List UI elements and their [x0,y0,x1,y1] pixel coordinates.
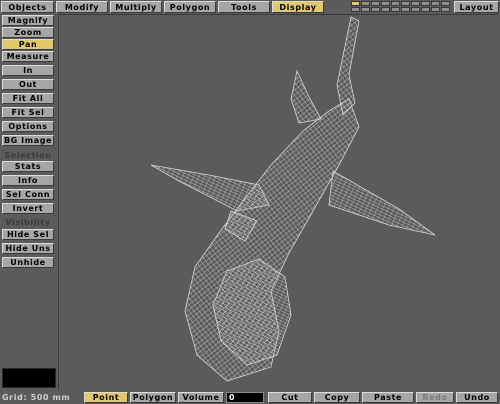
tab-modify[interactable]: Modify [56,1,108,13]
tab-multiply[interactable]: Multiply [110,1,162,13]
layer-button[interactable] [351,1,360,6]
pan-button[interactable]: Pan [2,39,54,50]
layer-button[interactable] [441,1,450,6]
layer-button[interactable] [421,1,430,6]
polygon-mode-button[interactable]: Polygon [130,392,176,403]
fit-sel-button[interactable]: Fit Sel [2,107,54,118]
zoom-out-button[interactable]: Out [2,79,54,90]
zoom-button[interactable]: Zoom [2,27,54,38]
magnify-button[interactable]: Magnify [2,15,54,26]
layer-button[interactable] [391,1,400,6]
invert-button[interactable]: Invert [2,203,54,214]
info-button[interactable]: Info [2,175,54,186]
layer-button[interactable] [421,7,430,12]
tab-polygon[interactable]: Polygon [164,1,216,13]
options-button[interactable]: Options [2,121,54,132]
redo-button[interactable]: Redo [416,392,454,403]
point-mode-button[interactable]: Point [84,392,128,403]
layer-button[interactable] [411,7,420,12]
sel-conn-button[interactable]: Sel Conn [2,189,54,200]
zoom-in-button[interactable]: In [2,65,54,76]
layer-button[interactable] [351,7,360,12]
cut-button[interactable]: Cut [268,392,312,403]
layer-button[interactable] [381,7,390,12]
hide-sel-button[interactable]: Hide Sel [2,229,54,240]
fit-all-button[interactable]: Fit All [2,93,54,104]
layer-button[interactable] [361,1,370,6]
layer-button[interactable] [411,1,420,6]
layer-button[interactable] [441,7,450,12]
layer-button[interactable] [431,7,440,12]
unhide-button[interactable]: Unhide [2,257,54,268]
tab-objects[interactable]: Objects [1,1,54,13]
modeling-viewport[interactable] [58,14,498,390]
layer-grid[interactable] [351,1,451,13]
bg-image-button[interactable]: BG Image [2,135,54,146]
layer-button[interactable] [391,7,400,12]
volume-value-field[interactable]: 0 [226,392,264,403]
tab-tools[interactable]: Tools [218,1,270,13]
hide-uns-button[interactable]: Hide Uns [2,243,54,254]
top-tab-bar: Objects Modify Multiply Polygon Tools Di… [0,0,500,14]
grid-size-label: Grid: 500 mm [2,393,71,402]
bottom-status-bar: Grid: 500 mm Point Polygon Volume 0 Cut … [0,390,500,404]
copy-button[interactable]: Copy [314,392,360,403]
undo-button[interactable]: Undo [456,392,498,403]
tab-display[interactable]: Display [272,1,324,13]
layout-button[interactable]: Layout [454,1,499,13]
layer-button[interactable] [401,7,410,12]
left-tool-panel: Magnify Zoom Pan Measure In Out Fit All … [0,14,56,390]
volume-mode-button[interactable]: Volume [178,392,224,403]
layer-button[interactable] [381,1,390,6]
selection-section-label: Selection [4,151,52,160]
stats-button[interactable]: Stats [2,161,54,172]
layer-button[interactable] [401,1,410,6]
layer-button[interactable] [361,7,370,12]
paste-button[interactable]: Paste [362,392,414,403]
info-display-box [2,368,56,388]
layer-button[interactable] [431,1,440,6]
visibility-section-label: Visibility [5,218,51,227]
shark-wireframe [150,16,436,382]
measure-button[interactable]: Measure [2,51,54,62]
layer-button[interactable] [371,7,380,12]
layer-button[interactable] [371,1,380,6]
